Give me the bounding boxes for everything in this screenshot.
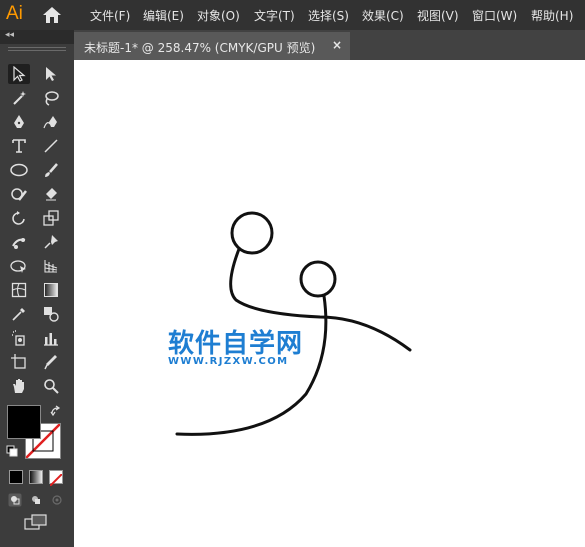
watermark-url: WWW.RJZXW.COM — [168, 356, 289, 367]
default-colors-icon[interactable] — [6, 445, 18, 457]
zoom-magnifier-icon — [44, 379, 59, 394]
magic-wand-tool[interactable] — [8, 88, 30, 108]
mesh-icon — [11, 282, 27, 298]
panel-grip[interactable] — [8, 47, 66, 51]
scale-icon — [43, 210, 59, 226]
collapse-panel-button[interactable]: ◂◂ — [5, 30, 14, 40]
none-slash-icon — [49, 473, 63, 487]
eyedropper-tool[interactable] — [8, 304, 30, 324]
pin-tool[interactable] — [40, 232, 62, 252]
document-tab[interactable]: 未标题-1* @ 258.47% (CMYK/GPU 预览) × — [74, 32, 350, 60]
rotate-icon — [12, 211, 25, 225]
menu-edit[interactable]: 编辑(E) — [143, 7, 184, 24]
scale-tool[interactable] — [40, 208, 62, 228]
figure-head-right — [299, 260, 337, 298]
hand-tool[interactable] — [8, 376, 30, 396]
column-graph-icon — [44, 333, 58, 346]
line-segment-icon — [44, 139, 58, 153]
slice-tool[interactable] — [40, 352, 62, 372]
curvature-pen-icon — [43, 116, 57, 129]
color-mode-button[interactable] — [9, 470, 23, 484]
draw-inside-icon[interactable] — [50, 493, 64, 507]
eraser-tool[interactable] — [40, 184, 62, 204]
menu-file[interactable]: 文件(F) — [90, 7, 130, 24]
paintbrush-icon — [45, 163, 58, 177]
ellipse-icon — [10, 163, 28, 177]
stick-figure-artwork — [175, 211, 412, 436]
draw-behind-icon[interactable] — [29, 493, 43, 507]
selection-arrow-icon — [13, 66, 26, 82]
direct-selection-icon — [46, 67, 56, 81]
direct-selection-tool[interactable] — [40, 64, 62, 84]
column-graph-tool[interactable] — [40, 328, 62, 348]
gradient-tool[interactable] — [40, 280, 62, 300]
swap-arrow-icon[interactable] — [50, 405, 62, 417]
paintbrush-tool[interactable] — [40, 160, 62, 180]
figure-head-left — [230, 211, 274, 255]
artboard-canvas[interactable]: 软件自学网 WWW.RJZXW.COM — [74, 60, 585, 547]
puppet-warp-icon — [12, 238, 26, 249]
lasso-tool[interactable] — [40, 88, 62, 108]
curvature-tool[interactable] — [40, 112, 62, 132]
draw-normal-icon[interactable] — [8, 493, 22, 507]
gradient-mode-button[interactable] — [29, 470, 43, 484]
blend-tool[interactable] — [40, 304, 62, 324]
selection-tool[interactable] — [8, 64, 30, 84]
free-transform-tool[interactable] — [8, 256, 30, 276]
blend-icon — [44, 307, 59, 322]
artboard-tool[interactable] — [8, 352, 30, 372]
perspective-grid-icon — [44, 260, 58, 273]
eraser-icon — [46, 188, 57, 201]
pen-icon — [14, 115, 24, 128]
menu-object[interactable]: 对象(O) — [197, 7, 240, 24]
hand-icon — [13, 379, 24, 393]
slice-knife-icon — [44, 355, 57, 370]
menu-window[interactable]: 窗口(W) — [472, 7, 517, 24]
free-transform-icon — [10, 260, 26, 273]
perspective-grid-tool[interactable] — [40, 256, 62, 276]
document-tab-title: 未标题-1* @ 258.47% (CMYK/GPU 预览) — [84, 41, 316, 55]
gradient-icon — [44, 283, 58, 297]
watermark-title: 软件自学网 — [168, 329, 304, 359]
ellipse-tool[interactable] — [8, 160, 30, 180]
mesh-tool[interactable] — [8, 280, 30, 300]
close-tab-icon[interactable]: × — [332, 38, 342, 52]
shaper-tool[interactable] — [8, 184, 30, 204]
pin-icon — [44, 235, 58, 249]
symbol-sprayer-tool[interactable] — [8, 328, 30, 348]
menu-effect[interactable]: 效果(C) — [362, 7, 404, 24]
magic-wand-icon — [13, 91, 26, 105]
symbol-sprayer-icon — [12, 330, 25, 346]
shaper-icon — [11, 188, 27, 201]
line-segment-tool[interactable] — [40, 136, 62, 156]
menu-select[interactable]: 选择(S) — [308, 7, 349, 24]
home-icon[interactable] — [42, 6, 62, 24]
puppet-warp-tool[interactable] — [8, 232, 30, 252]
rotate-tool[interactable] — [8, 208, 30, 228]
screen-mode-icon[interactable] — [24, 514, 48, 530]
fill-swatch[interactable] — [7, 405, 41, 439]
zoom-tool[interactable] — [40, 376, 62, 396]
app-logo: Ai — [6, 3, 23, 24]
artboard-icon — [11, 354, 26, 369]
type-tool[interactable] — [8, 136, 30, 156]
menu-help[interactable]: 帮助(H) — [531, 7, 573, 24]
eyedropper-icon — [12, 308, 25, 321]
menu-type[interactable]: 文字(T) — [254, 7, 295, 24]
lasso-icon — [45, 91, 59, 106]
pen-tool[interactable] — [8, 112, 30, 132]
type-icon — [12, 139, 26, 153]
menu-view[interactable]: 视图(V) — [417, 7, 459, 24]
menu-bar: Ai 文件(F) 编辑(E) 对象(O) 文字(T) 选择(S) 效果(C) 视… — [0, 0, 585, 30]
none-mode-button[interactable] — [49, 470, 63, 487]
